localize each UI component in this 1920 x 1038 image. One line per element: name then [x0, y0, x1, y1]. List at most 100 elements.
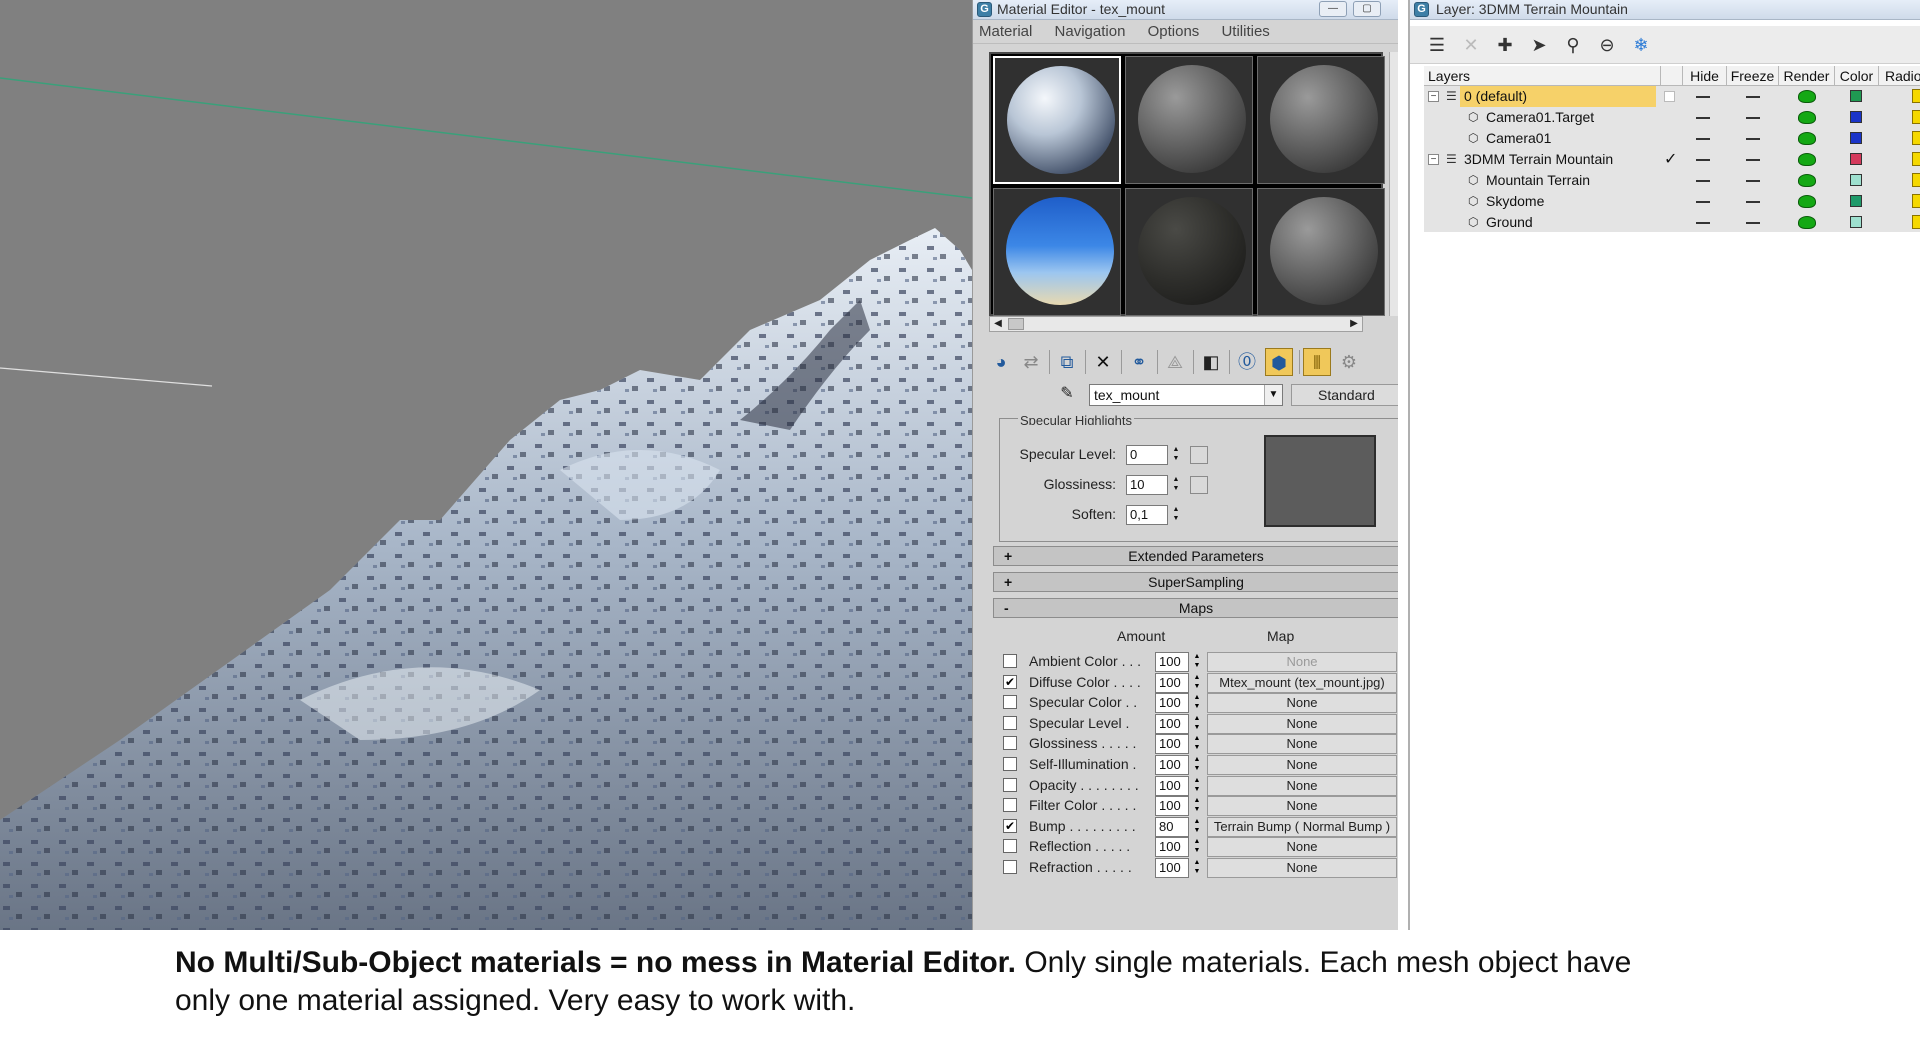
slots-horizontal-scrollbar[interactable]: ◀ ▶ [989, 316, 1363, 332]
material-type-button[interactable]: Standard [1291, 384, 1398, 406]
render-teapot-icon[interactable] [1798, 195, 1816, 208]
hide-toggle[interactable] [1696, 96, 1710, 98]
map-slot-button[interactable]: None [1207, 734, 1397, 755]
map-enable-checkbox[interactable]: ✔ [1003, 674, 1017, 689]
scroll-left-icon[interactable]: ◀ [990, 317, 1006, 331]
hide-toggle[interactable] [1696, 222, 1710, 224]
chevron-down-icon[interactable]: ▼ [1264, 385, 1282, 405]
spinner-arrows-icon[interactable]: ▲ ▼ [1191, 673, 1203, 693]
object-name[interactable]: Mountain Terrain [1482, 170, 1656, 191]
map-amount-spinner[interactable]: 100 [1155, 652, 1189, 672]
radiosity-icon[interactable] [1912, 215, 1920, 229]
map-slot-button[interactable]: None [1207, 775, 1397, 796]
hide-toggle[interactable] [1696, 117, 1710, 119]
object-row[interactable]: ⬡ Camera01.Target [1424, 107, 1920, 128]
map-slot-button[interactable]: None [1207, 796, 1397, 817]
material-editor-titlebar[interactable]: G Material Editor - tex_mount — ▢ [973, 0, 1398, 20]
render-teapot-icon[interactable] [1798, 132, 1816, 145]
map-amount-spinner[interactable]: 100 [1155, 734, 1189, 755]
material-id-icon[interactable]: ⟁ [1161, 348, 1189, 376]
spinner-arrows-icon[interactable]: ▲ ▼ [1191, 817, 1203, 837]
spinner-arrows-icon[interactable]: ▲ ▼ [1191, 693, 1203, 713]
spinner-arrows-icon[interactable]: ▲ ▼ [1170, 475, 1182, 495]
hide-toggle[interactable] [1696, 201, 1710, 203]
go-to-parent-icon[interactable]: ⚙ [1335, 348, 1363, 376]
material-slot-5[interactable] [1125, 188, 1253, 316]
glossiness-spinner[interactable]: 10 [1126, 475, 1168, 495]
object-row[interactable]: ⬡ Camera01 [1424, 128, 1920, 149]
object-row[interactable]: ⬡ Mountain Terrain [1424, 170, 1920, 191]
layer-color-swatch[interactable] [1850, 90, 1862, 102]
spinner-arrows-icon[interactable]: ▲ ▼ [1170, 445, 1182, 465]
layer-color-swatch[interactable] [1850, 153, 1862, 165]
render-column-header[interactable]: Render [1778, 66, 1834, 86]
map-slot-button[interactable]: None [1207, 858, 1397, 878]
map-slot-button[interactable]: None [1207, 755, 1397, 775]
freeze-toggle[interactable] [1746, 180, 1760, 182]
hide-unhide-icon[interactable]: ⊖ [1594, 32, 1620, 58]
maximize-button[interactable]: ▢ [1353, 1, 1381, 17]
material-slot-3[interactable] [1257, 56, 1385, 184]
spinner-arrows-icon[interactable]: ▲ ▼ [1191, 652, 1203, 672]
map-enable-checkbox[interactable] [1003, 777, 1017, 792]
material-slot-2[interactable] [1125, 56, 1253, 184]
map-amount-spinner[interactable]: 100 [1155, 755, 1189, 775]
layer-name[interactable]: 0 (default) [1460, 86, 1656, 107]
material-slot-1[interactable] [993, 56, 1121, 184]
select-objects-icon[interactable]: ➤ [1526, 32, 1552, 58]
map-slot-button[interactable]: Terrain Bump ( Normal Bump ) [1207, 816, 1397, 837]
show-map-icon[interactable]: ◧ [1197, 348, 1225, 376]
layer-row[interactable]: − ☰ 3DMM Terrain Mountain ✓ [1424, 149, 1920, 170]
minimize-button[interactable]: — [1319, 1, 1347, 17]
map-slot-button[interactable]: None [1207, 693, 1397, 714]
soften-spinner[interactable]: 0,1 [1126, 505, 1168, 525]
map-amount-spinner[interactable]: 100 [1155, 796, 1189, 817]
object-name[interactable]: Camera01.Target [1482, 107, 1656, 128]
render-teapot-icon[interactable] [1798, 90, 1816, 103]
eyedropper-icon[interactable]: ✎ [1053, 380, 1081, 408]
freeze-toggle[interactable] [1746, 201, 1760, 203]
hide-toggle[interactable] [1696, 138, 1710, 140]
radiosity-icon[interactable] [1912, 152, 1920, 166]
material-slot-6[interactable] [1257, 188, 1385, 316]
freeze-toggle[interactable] [1746, 138, 1760, 140]
highlight-layer-icon[interactable]: ⚲ [1560, 32, 1586, 58]
map-enable-checkbox[interactable] [1003, 715, 1017, 730]
show-end-result-icon[interactable]: ⫴ [1303, 348, 1331, 376]
map-amount-spinner[interactable]: 100 [1155, 837, 1189, 858]
get-material-icon[interactable]: ◕ [987, 348, 1015, 376]
material-name-dropdown[interactable]: tex_mount ▼ [1089, 384, 1283, 406]
render-teapot-icon[interactable] [1798, 111, 1816, 124]
delete-layer-icon[interactable]: ✕ [1458, 32, 1484, 58]
spinner-arrows-icon[interactable]: ▲ ▼ [1191, 714, 1203, 734]
layers-column-header[interactable]: Layers [1424, 66, 1660, 86]
maps-rollout[interactable]: - Maps [993, 598, 1398, 618]
menu-options[interactable]: Options [1148, 23, 1200, 40]
collapse-toggle-icon[interactable]: − [1428, 91, 1439, 102]
add-to-layer-icon[interactable]: ✚ [1492, 32, 1518, 58]
map-amount-spinner[interactable]: 100 [1155, 713, 1189, 734]
object-row[interactable]: ⬡ Ground [1424, 212, 1920, 233]
map-enable-checkbox[interactable] [1003, 757, 1017, 771]
radiosity-icon[interactable] [1912, 110, 1920, 124]
collapse-toggle-icon[interactable]: − [1428, 154, 1439, 165]
effects-channel-icon[interactable]: ⓪ [1233, 348, 1261, 376]
hide-toggle[interactable] [1696, 159, 1710, 161]
freeze-toggle[interactable] [1746, 222, 1760, 224]
material-slot-4[interactable] [993, 188, 1121, 316]
map-slot-button[interactable]: Mtex_mount (tex_mount.jpg) [1207, 672, 1397, 693]
map-enable-checkbox[interactable] [1003, 839, 1017, 854]
extended-parameters-rollout[interactable]: + Extended Parameters [993, 546, 1398, 566]
hide-toggle[interactable] [1696, 180, 1710, 182]
menu-utilities[interactable]: Utilities [1221, 23, 1269, 40]
supersampling-rollout[interactable]: + SuperSampling [993, 572, 1398, 592]
map-enable-checkbox[interactable] [1003, 695, 1017, 710]
freeze-column-header[interactable]: Freeze [1726, 66, 1778, 86]
layer-color-swatch[interactable] [1850, 132, 1862, 144]
glossiness-map-button[interactable] [1190, 476, 1208, 494]
menu-material[interactable]: Material [979, 23, 1032, 40]
render-teapot-icon[interactable] [1798, 174, 1816, 187]
object-name[interactable]: Camera01 [1482, 128, 1656, 149]
spinner-arrows-icon[interactable]: ▲ ▼ [1191, 796, 1203, 816]
slots-vertical-scrollbar[interactable] [1389, 52, 1398, 316]
